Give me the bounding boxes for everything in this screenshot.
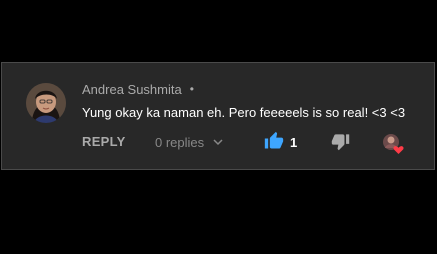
comment-text: Yung okay ka naman eh. Pero feeeeels is … (82, 105, 406, 120)
author-row: Andrea Sushmita • (82, 81, 194, 97)
thumbs-up-icon (264, 131, 284, 149)
replies-count: 0 replies (155, 135, 205, 150)
comment-actions: REPLY 0 replies 1 (82, 131, 412, 155)
reply-button[interactable]: REPLY (82, 134, 126, 149)
dislike-button[interactable] (331, 132, 351, 154)
replies-toggle[interactable]: 0 replies (155, 135, 223, 150)
thumbs-down-icon (331, 134, 350, 151)
separator-dot: • (189, 82, 194, 96)
like-count: 1 (290, 135, 298, 150)
comment-card: Andrea Sushmita • Yung okay ka naman eh.… (1, 62, 435, 170)
avatar[interactable] (26, 83, 66, 123)
like-button[interactable] (264, 131, 284, 153)
chevron-down-icon (213, 139, 223, 146)
creator-heart-icon[interactable] (382, 133, 404, 155)
author-name[interactable]: Andrea Sushmita (82, 82, 182, 97)
